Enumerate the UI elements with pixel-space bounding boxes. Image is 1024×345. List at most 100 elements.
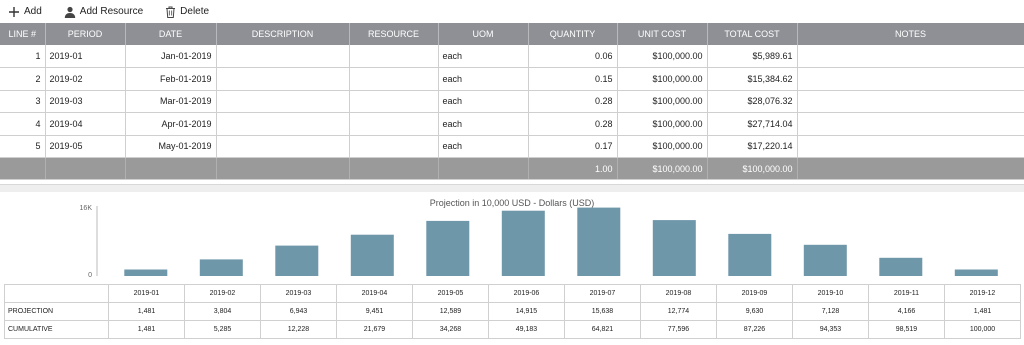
- cell-uom[interactable]: each: [438, 112, 529, 136]
- bar-2019-12: [954, 269, 998, 276]
- period-header: 2019-08: [640, 284, 717, 303]
- projection-value: 14,915: [488, 302, 565, 321]
- cell-notes[interactable]: [797, 67, 1024, 91]
- table-row[interactable]: 3 2019-03 Mar-01-2019 each 0.28 $100,000…: [0, 90, 1024, 113]
- add-button[interactable]: Add: [8, 6, 42, 18]
- cell-uom[interactable]: each: [438, 67, 529, 91]
- period-header: 2019-09: [716, 284, 793, 303]
- col-header-unit-cost[interactable]: UNIT COST: [617, 23, 708, 45]
- period-header: 2019-05: [412, 284, 489, 303]
- delete-button[interactable]: Delete: [165, 6, 209, 18]
- bar-2019-06: [501, 210, 545, 276]
- bar-2019-08: [652, 220, 696, 276]
- cell-uom[interactable]: each: [438, 90, 529, 113]
- cumulative-value: 34,268: [412, 320, 489, 339]
- total-empty: [216, 157, 350, 180]
- cell-total-cost[interactable]: $15,384.62: [707, 67, 798, 91]
- period-header: 2019-10: [792, 284, 869, 303]
- projection-value: 4,166: [868, 302, 945, 321]
- col-header-line[interactable]: LINE #: [0, 23, 46, 45]
- cell-period[interactable]: 2019-03: [45, 90, 126, 113]
- totals-row: 1.00 $100,000.00 $100,000.00: [0, 157, 1024, 180]
- cell-description[interactable]: [216, 45, 350, 68]
- cell-uom[interactable]: each: [438, 45, 529, 68]
- cell-date[interactable]: Feb-01-2019: [125, 67, 217, 91]
- table-row[interactable]: 1 2019-01 Jan-01-2019 each 0.06 $100,000…: [0, 45, 1024, 68]
- cumulative-value: 98,519: [868, 320, 945, 339]
- col-header-description[interactable]: DESCRIPTION: [216, 23, 350, 45]
- cell-line[interactable]: 3: [0, 90, 46, 113]
- y-tick-label-max: 16K: [80, 205, 93, 212]
- add-resource-button[interactable]: Add Resource: [64, 6, 143, 18]
- bar-2019-01: [124, 269, 168, 276]
- cell-quantity[interactable]: 0.17: [528, 135, 618, 158]
- cell-notes[interactable]: [797, 45, 1024, 68]
- projection-chart: Projection in 10,000 USD - Dollars (USD)…: [80, 198, 998, 279]
- col-header-notes[interactable]: NOTES: [797, 23, 1024, 45]
- bar-2019-02: [199, 259, 243, 276]
- period-header: 2019-12: [944, 284, 1021, 303]
- cell-description[interactable]: [216, 67, 350, 91]
- cell-quantity[interactable]: 0.28: [528, 90, 618, 113]
- table-row[interactable]: 2 2019-02 Feb-01-2019 each 0.15 $100,000…: [0, 67, 1024, 91]
- cost-grid: LINE # PERIOD DATE DESCRIPTION RESOURCE …: [0, 23, 1024, 180]
- cell-total-cost[interactable]: $28,076.32: [707, 90, 798, 113]
- total-empty: [0, 157, 46, 180]
- cell-line[interactable]: 4: [0, 112, 46, 136]
- cell-date[interactable]: Apr-01-2019: [125, 112, 217, 136]
- cell-unit-cost[interactable]: $100,000.00: [617, 135, 708, 158]
- cell-description[interactable]: [216, 90, 350, 113]
- total-empty: [45, 157, 126, 180]
- table-row[interactable]: 4 2019-04 Apr-01-2019 each 0.28 $100,000…: [0, 112, 1024, 136]
- corner-cell: [4, 284, 109, 303]
- cell-line[interactable]: 1: [0, 45, 46, 68]
- y-tick-label-zero: 0: [88, 272, 92, 279]
- cell-period[interactable]: 2019-02: [45, 67, 126, 91]
- cell-period[interactable]: 2019-01: [45, 45, 126, 68]
- cell-notes[interactable]: [797, 90, 1024, 113]
- cell-quantity[interactable]: 0.15: [528, 67, 618, 91]
- cell-total-cost[interactable]: $5,989.61: [707, 45, 798, 68]
- cell-resource[interactable]: [349, 45, 439, 68]
- cell-resource[interactable]: [349, 135, 439, 158]
- cell-date[interactable]: Jan-01-2019: [125, 45, 217, 68]
- cell-line[interactable]: 2: [0, 67, 46, 91]
- period-header: 2019-11: [868, 284, 945, 303]
- total-empty: [349, 157, 439, 180]
- cell-period[interactable]: 2019-05: [45, 135, 126, 158]
- cell-description[interactable]: [216, 135, 350, 158]
- person-icon: [64, 6, 75, 18]
- cell-date[interactable]: Mar-01-2019: [125, 90, 217, 113]
- projection-value: 9,630: [716, 302, 793, 321]
- col-header-period[interactable]: PERIOD: [45, 23, 126, 45]
- cell-notes[interactable]: [797, 112, 1024, 136]
- cell-description[interactable]: [216, 112, 350, 136]
- projection-value: 3,804: [184, 302, 261, 321]
- table-row[interactable]: 5 2019-05 May-01-2019 each 0.17 $100,000…: [0, 135, 1024, 158]
- cell-line[interactable]: 5: [0, 135, 46, 158]
- cell-unit-cost[interactable]: $100,000.00: [617, 67, 708, 91]
- panel-divider: [0, 184, 1024, 192]
- cell-unit-cost[interactable]: $100,000.00: [617, 112, 708, 136]
- cell-resource[interactable]: [349, 67, 439, 91]
- col-header-resource[interactable]: RESOURCE: [349, 23, 439, 45]
- cell-unit-cost[interactable]: $100,000.00: [617, 45, 708, 68]
- cell-quantity[interactable]: 0.28: [528, 112, 618, 136]
- cell-resource[interactable]: [349, 112, 439, 136]
- cumulative-value: 12,228: [260, 320, 337, 339]
- col-header-total-cost[interactable]: TOTAL COST: [707, 23, 798, 45]
- cell-quantity[interactable]: 0.06: [528, 45, 618, 68]
- cell-uom[interactable]: each: [438, 135, 529, 158]
- cell-total-cost[interactable]: $27,714.04: [707, 112, 798, 136]
- cell-date[interactable]: May-01-2019: [125, 135, 217, 158]
- bars-group: [124, 207, 998, 276]
- col-header-date[interactable]: DATE: [125, 23, 217, 45]
- col-header-uom[interactable]: UOM: [438, 23, 529, 45]
- cell-resource[interactable]: [349, 90, 439, 113]
- cell-period[interactable]: 2019-04: [45, 112, 126, 136]
- cell-unit-cost[interactable]: $100,000.00: [617, 90, 708, 113]
- cell-notes[interactable]: [797, 135, 1024, 158]
- add-label: Add: [24, 6, 42, 17]
- cell-total-cost[interactable]: $17,220.14: [707, 135, 798, 158]
- col-header-quantity[interactable]: QUANTITY: [528, 23, 618, 45]
